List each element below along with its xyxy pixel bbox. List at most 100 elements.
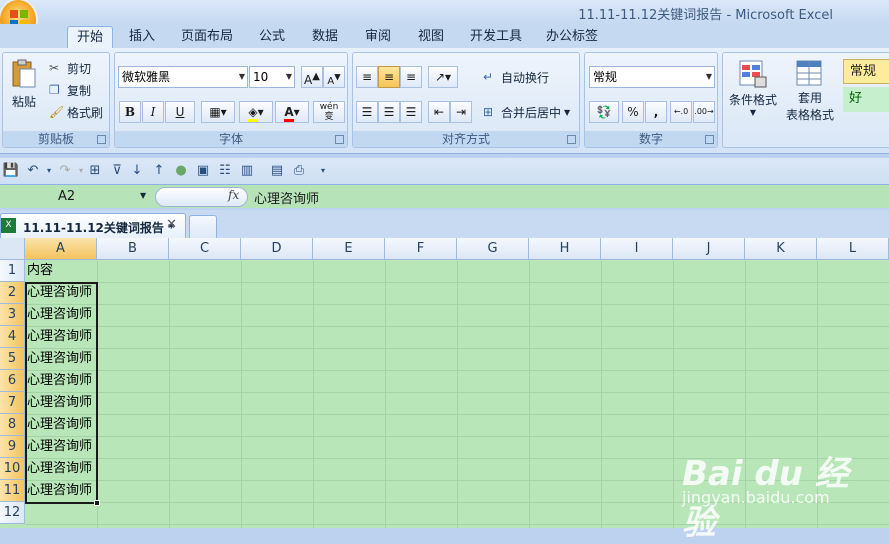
orientation-button[interactable]: ↗▾	[428, 66, 458, 88]
font-name-select[interactable]: 微软雅黑 ▼	[118, 66, 248, 88]
number-launcher-icon[interactable]	[705, 135, 714, 144]
paint-bucket-icon: ◈	[248, 105, 258, 122]
tab-formulas[interactable]: 公式	[253, 26, 291, 48]
row-header-6[interactable]: 6	[0, 370, 25, 392]
comma-button[interactable]: ,	[645, 101, 667, 123]
tab-insert[interactable]: 插入	[122, 26, 162, 48]
save-icon[interactable]: 💾	[2, 162, 20, 180]
tab-page-layout[interactable]: 页面布局	[176, 26, 238, 48]
tab-data[interactable]: 数据	[305, 26, 345, 48]
paste-button[interactable]: 粘贴	[9, 59, 39, 117]
formula-input[interactable]: 心理咨询师	[254, 188, 319, 207]
phonetic-button[interactable]: wén 变	[313, 101, 345, 123]
row-header-7[interactable]: 7	[0, 392, 25, 414]
close-icon[interactable]: ✕	[166, 217, 177, 232]
new-tab-button[interactable]	[189, 215, 217, 238]
table-format-icon	[796, 60, 822, 86]
copy-button[interactable]: ❐ 复制	[49, 81, 91, 99]
style-good[interactable]: 好	[843, 87, 889, 112]
number-format-select[interactable]: 常规 ▼	[589, 66, 715, 88]
tab-view[interactable]: 视图	[411, 26, 451, 48]
row-header-9[interactable]: 9	[0, 436, 25, 458]
column-header-e[interactable]: E	[313, 238, 385, 260]
print-icon[interactable]: ⎙	[290, 162, 308, 180]
underline-button[interactable]: U	[165, 101, 195, 123]
align-bottom-button[interactable]: ≡	[400, 66, 422, 88]
alignment-launcher-icon[interactable]	[567, 135, 576, 144]
customize-toolbar-icon[interactable]: ▾	[314, 162, 332, 180]
row-header-1[interactable]: 1	[0, 260, 25, 282]
insert-row-icon[interactable]: ☷	[216, 162, 234, 180]
column-header-k[interactable]: K	[745, 238, 817, 260]
sort-descending-icon[interactable]: ↑	[150, 162, 168, 180]
decrease-font-button[interactable]: A▼	[323, 66, 345, 88]
row-header-4[interactable]: 4	[0, 326, 25, 348]
cell-a1[interactable]: 内容	[26, 260, 53, 282]
font-launcher-icon[interactable]	[335, 135, 344, 144]
currency-button[interactable]: 💱	[589, 101, 619, 123]
column-header-h[interactable]: H	[529, 238, 601, 260]
select-all-corner[interactable]	[0, 238, 25, 260]
circle-icon[interactable]: ●	[172, 162, 190, 180]
increase-indent-button[interactable]: ⇥	[450, 101, 472, 123]
column-header-l[interactable]: L	[817, 238, 889, 260]
sort-ascending-icon[interactable]: ↓	[128, 162, 146, 180]
wrap-text-icon: ↵	[483, 70, 494, 84]
conditional-format-button[interactable]: 条件格式 ▼	[727, 59, 779, 125]
font-size-select[interactable]: 10 ▼	[249, 66, 295, 88]
increase-font-button[interactable]: A▲	[301, 66, 323, 88]
excel-file-icon: X	[1, 218, 16, 233]
row-header-10[interactable]: 10	[0, 458, 25, 480]
align-left-button[interactable]: ☰	[356, 101, 378, 123]
increase-decimal-button[interactable]: ←.0	[670, 101, 692, 123]
decrease-indent-button[interactable]: ⇤	[428, 101, 450, 123]
column-header-i[interactable]: I	[601, 238, 673, 260]
tab-developer[interactable]: 开发工具	[465, 26, 527, 48]
merge-center-button[interactable]: ⊞ 合并后居中 ▼	[483, 103, 570, 121]
row-header-12[interactable]: 12	[0, 502, 25, 524]
format-as-table-button[interactable]: 套用 表格格式	[781, 59, 839, 125]
row-header-11[interactable]: 11	[0, 480, 25, 502]
percent-button[interactable]: %	[622, 101, 644, 123]
row-header-5[interactable]: 5	[0, 348, 25, 370]
chevron-down-icon[interactable]: ▼	[140, 191, 146, 200]
form-icon[interactable]: ▣	[194, 162, 212, 180]
fill-handle[interactable]	[94, 500, 100, 506]
chart-icon[interactable]: ▤	[268, 162, 286, 180]
column-header-c[interactable]: C	[169, 238, 241, 260]
row-header-2[interactable]: 2	[0, 282, 25, 304]
workbook-tab[interactable]: X 11.11-11.12关键词报告 * ✕	[0, 213, 186, 238]
format-painter-button[interactable]: 🖌 格式刷	[49, 103, 103, 121]
cut-button[interactable]: ✂ 剪切	[49, 59, 91, 77]
borders-button[interactable]: ▦▾	[201, 101, 235, 123]
font-color-button[interactable]: A▾	[275, 101, 309, 123]
align-middle-button[interactable]: ≡	[378, 66, 400, 88]
align-right-button[interactable]: ☰	[400, 101, 422, 123]
align-center-button[interactable]: ☰	[378, 101, 400, 123]
clipboard-launcher-icon[interactable]	[97, 135, 106, 144]
align-top-button[interactable]: ≡	[356, 66, 378, 88]
styles-group: 条件格式 ▼ 套用 表格格式 常规 好	[722, 52, 889, 148]
tab-office-tab[interactable]: 办公标签	[541, 26, 603, 48]
wrap-text-button[interactable]: ↵ 自动换行	[483, 68, 549, 86]
filter-icon[interactable]: ⊽	[108, 162, 126, 180]
column-header-f[interactable]: F	[385, 238, 457, 260]
decrease-decimal-button[interactable]: .00→	[693, 101, 715, 123]
row-header-8[interactable]: 8	[0, 414, 25, 436]
row-header-3[interactable]: 3	[0, 304, 25, 326]
italic-button[interactable]: I	[142, 101, 164, 123]
style-normal[interactable]: 常规	[843, 59, 889, 84]
fx-icon[interactable]: fx	[228, 188, 239, 202]
tab-home[interactable]: 开始	[67, 26, 113, 48]
column-header-g[interactable]: G	[457, 238, 529, 260]
column-header-d[interactable]: D	[241, 238, 313, 260]
column-header-b[interactable]: B	[97, 238, 169, 260]
bold-button[interactable]: B	[119, 101, 141, 123]
borders-icon[interactable]: ⊞	[86, 162, 104, 180]
fill-color-button[interactable]: ◈▾	[239, 101, 273, 123]
tab-review[interactable]: 审阅	[358, 26, 398, 48]
name-box[interactable]: A2	[0, 187, 150, 207]
column-header-a[interactable]: A	[25, 238, 97, 260]
insert-column-icon[interactable]: ▥	[238, 162, 256, 180]
column-header-j[interactable]: J	[673, 238, 745, 260]
